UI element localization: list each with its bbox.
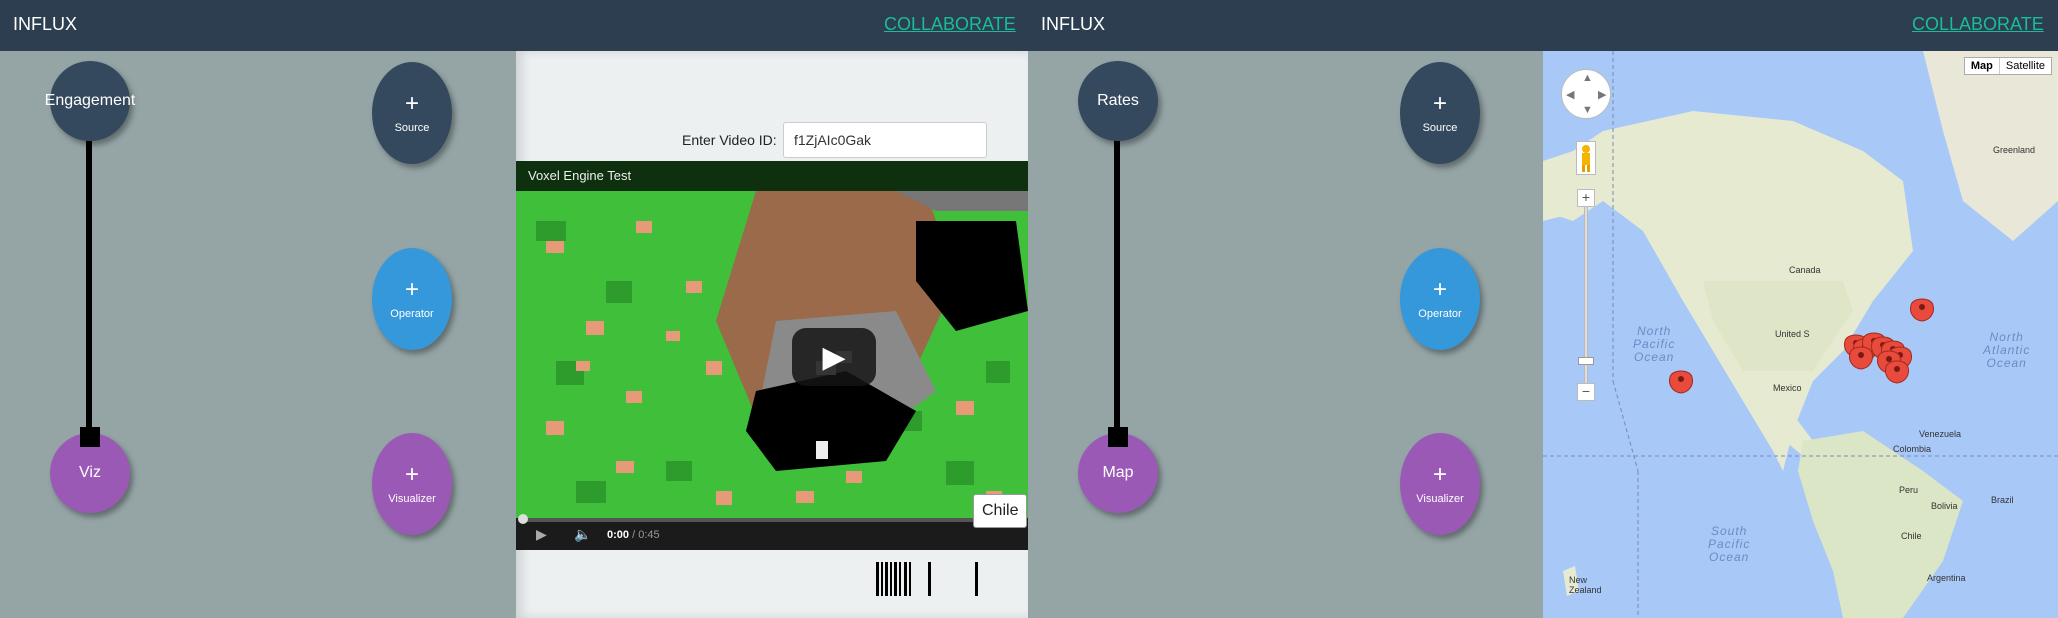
time-total: / 0:45 (629, 529, 660, 541)
video-time: 0:00 / 0:45 (607, 529, 660, 541)
pan-right-icon[interactable]: ▶ (1598, 88, 1606, 101)
video-title[interactable]: Voxel Engine Test (516, 161, 1028, 191)
place-label: United S (1775, 329, 1810, 339)
add-operator-label: Operator (390, 308, 434, 320)
map-type-control: Map Satellite (1963, 57, 2052, 75)
left-add-source-button[interactable]: + Source (372, 62, 452, 164)
pegman-icon[interactable] (1576, 141, 1596, 175)
video-progress-bar[interactable] (522, 518, 1022, 522)
play-overlay-button[interactable]: ▶ (792, 328, 876, 386)
right-brand[interactable]: INFLUX (1041, 14, 1105, 35)
world-map[interactable]: Map Satellite ▲ ▼ ◀ ▶ + − North Pacific … (1543, 51, 2058, 618)
place-label: Mexico (1773, 383, 1802, 393)
ocean-line: Ocean (1986, 356, 2027, 370)
volume-icon[interactable]: 🔈 (574, 526, 591, 543)
right-add-visualizer-button[interactable]: + Visualizer (1400, 433, 1480, 535)
plus-icon: + (404, 90, 419, 117)
plus-icon: + (404, 461, 419, 488)
pegman-figure (1582, 145, 1590, 172)
ocean-label: North Atlantic Ocean (1983, 331, 2030, 370)
place-label: Colombia (1893, 444, 1932, 454)
map-type-satellite-button[interactable]: Satellite (2000, 58, 2051, 74)
progress-scrubber-handle[interactable] (518, 514, 528, 524)
ocean-line: Ocean (1633, 350, 1675, 364)
zoom-slider-knob[interactable] (1578, 357, 1594, 365)
right-navbar: INFLUX COLLABORATE (1028, 0, 2058, 51)
ocean-label: South Pacific Ocean (1708, 525, 1750, 564)
right-add-operator-button[interactable]: + Operator (1400, 248, 1480, 350)
right-workspace: Rates Map + Source + Operator + Visualiz… (1028, 51, 1543, 618)
video-id-input[interactable] (783, 122, 987, 158)
left-add-visualizer-button[interactable]: + Visualizer (372, 433, 452, 535)
add-visualizer-label: Visualizer (1416, 493, 1464, 505)
place-label: Chile (1901, 531, 1922, 541)
place-label: Peru (1899, 485, 1919, 495)
chile-tooltip: Chile (973, 494, 1028, 528)
place-label: Argentina (1927, 573, 1966, 583)
map-pan-control[interactable]: ▲ ▼ ◀ ▶ (1561, 69, 1611, 119)
right-add-source-button[interactable]: + Source (1400, 62, 1480, 164)
add-operator-label: Operator (1418, 308, 1462, 320)
play-icon: ▶ (822, 340, 846, 374)
right-wire-handle[interactable] (1108, 427, 1128, 447)
place-label: Bolivia (1931, 501, 1958, 511)
place-label: Brazil (1991, 495, 2014, 505)
left-wire-handle[interactable] (80, 427, 100, 447)
right-source-node[interactable]: Rates (1078, 61, 1158, 141)
video-panel: Enter Video ID: Voxel Engine Test (516, 51, 1028, 618)
ocean-label: North Pacific Ocean (1633, 325, 1675, 364)
pan-left-icon[interactable]: ◀ (1566, 88, 1574, 101)
plus-icon: + (1432, 276, 1447, 303)
time-current: 0:00 (607, 529, 630, 541)
plus-icon: + (1432, 461, 1447, 488)
left-workspace: Engagement Viz + Source + Operator + Vis… (0, 51, 516, 618)
zoom-in-button[interactable]: + (1577, 189, 1595, 207)
left-navbar: INFLUX COLLABORATE (0, 0, 1028, 51)
place-label: Canada (1789, 265, 1821, 275)
video-thumbnail (516, 161, 1028, 550)
map-type-map-button[interactable]: Map (1965, 58, 2000, 74)
plus-icon: + (404, 276, 419, 303)
video-id-label: Enter Video ID: (682, 132, 777, 148)
place-label: New Zealand (1569, 575, 1602, 595)
add-source-label: Source (1422, 122, 1458, 134)
pan-down-icon[interactable]: ▼ (1582, 104, 1593, 116)
left-collaborate-link[interactable]: COLLABORATE (884, 14, 1016, 35)
youtube-video-player[interactable]: Voxel Engine Test ▶ ▶ 🔈 0:00 / 0:45 Chil… (516, 161, 1028, 550)
pan-up-icon[interactable]: ▲ (1582, 72, 1593, 84)
left-brand[interactable]: INFLUX (13, 14, 77, 35)
plus-icon: + (1432, 90, 1447, 117)
zoom-out-button[interactable]: − (1577, 383, 1595, 401)
left-source-node[interactable]: Engagement (45, 61, 135, 141)
place-label: Greenland (1993, 145, 2036, 155)
video-controls-bar: ▶ 🔈 0:00 / 0:45 (516, 514, 1028, 550)
ocean-line: Ocean (1708, 550, 1750, 564)
add-source-label: Source (394, 122, 430, 134)
add-visualizer-label: Visualizer (388, 493, 436, 505)
play-control-icon[interactable]: ▶ (536, 526, 547, 543)
left-add-operator-button[interactable]: + Operator (372, 248, 452, 350)
barcode-visualization (876, 562, 978, 596)
place-label: Venezuela (1919, 429, 1962, 439)
right-collaborate-link[interactable]: COLLABORATE (1912, 14, 2044, 35)
